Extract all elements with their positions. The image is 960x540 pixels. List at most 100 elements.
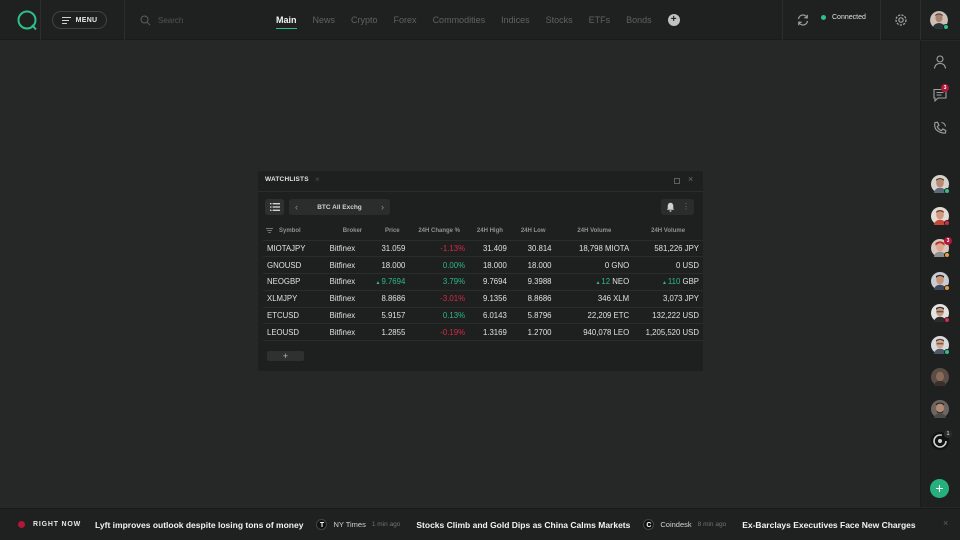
list-view-button[interactable]	[265, 199, 284, 215]
column-header-low[interactable]: 24H Low	[510, 223, 556, 241]
panel-divider	[258, 191, 703, 192]
tab-news[interactable]: News	[313, 0, 336, 40]
column-header-volume-base[interactable]: 24H Volume	[555, 223, 634, 241]
change-text: -0.19%	[440, 327, 466, 337]
contact-avatar[interactable]	[931, 272, 950, 291]
high-text: 9.1356	[482, 294, 507, 304]
contact-avatar[interactable]	[931, 304, 950, 323]
tab-main[interactable]: Main	[276, 0, 297, 40]
price-cell: 1.2855	[375, 323, 410, 342]
news-headline[interactable]: Stocks Climb and Gold Dips as China Calm…	[416, 520, 630, 530]
column-header-price[interactable]: Price	[375, 223, 410, 241]
menu-icon	[61, 16, 71, 24]
status-dot	[944, 252, 950, 258]
tab-stocks[interactable]: Stocks	[546, 0, 573, 40]
volume-value: 1,205,520	[645, 327, 681, 337]
contact-avatar[interactable]	[931, 175, 950, 194]
contact-avatar[interactable]	[931, 336, 950, 355]
alerts-button[interactable]	[661, 199, 679, 215]
high-cell: 31.409	[469, 240, 511, 258]
table-row[interactable]: NEOGBP Bitfinex ▲9.7694 3.79% 9.7694 9.3988 ▲1…	[263, 273, 703, 291]
broker-text: Bitfinex	[329, 243, 356, 253]
add-tab-button[interactable]: +	[667, 14, 680, 26]
table-row[interactable]: MIOTAJPY Bitfinex 31.059 -1.13% 31.409 30.814…	[263, 240, 703, 258]
close-icon[interactable]: ×	[943, 518, 948, 528]
watchlist-name[interactable]: BTC All Exchg	[317, 204, 362, 211]
volume-base-cell: ▲12 NEO	[555, 273, 634, 291]
live-dot	[18, 521, 25, 528]
search-input[interactable]	[158, 15, 248, 25]
avatar	[931, 400, 949, 418]
more-options-icon[interactable]: ⋮	[679, 199, 693, 215]
volume-unit: MIOTA	[605, 243, 630, 253]
phone-icon[interactable]	[932, 120, 948, 136]
news-headline[interactable]: Lyft improves outlook despite losing ton…	[95, 520, 303, 530]
table-row[interactable]: LEOUSD Bitfinex 1.2855 -0.19% 1.3169 1.2700 94…	[263, 323, 703, 342]
table-row[interactable]: ETCUSD Bitfinex 5.9157 0.13% 6.0143 5.8796 22,…	[263, 307, 703, 325]
table-row[interactable]: GNOUSD Bitfinex 18.000 0.00% 18.000 18.000 0 G…	[263, 256, 703, 275]
ticker-label: RIGHT NOW	[33, 521, 82, 528]
high-cell: 9.1356	[469, 290, 511, 308]
add-contact-button[interactable]: +	[930, 479, 949, 498]
top-bar: MENU Main News Crypto Forex Commodities …	[0, 0, 960, 40]
news-time: 8 min ago	[697, 521, 727, 528]
user-avatar[interactable]	[930, 11, 949, 30]
watchlist-rows: MIOTAJPY Bitfinex 31.059 -1.13% 31.409 30.814…	[263, 240, 703, 342]
price-text: 18.000	[381, 260, 406, 270]
tab-commodities[interactable]: Commodities	[433, 0, 486, 40]
refresh-icon[interactable]	[796, 13, 810, 27]
up-arrow-icon: ▲	[595, 280, 601, 287]
symbol-cell: MIOTAJPY	[263, 240, 330, 258]
status-dot	[944, 220, 950, 226]
maximize-icon[interactable]	[674, 178, 680, 184]
contact-avatar[interactable]: 1	[931, 430, 952, 450]
messages-button[interactable]: 3	[932, 84, 949, 103]
volume-quote-cell: 132,222 USD	[633, 307, 703, 325]
volume-unit: GBP	[682, 277, 699, 287]
symbol-cell: NEOGBP	[263, 273, 330, 291]
table-row[interactable]: XLMJPY Bitfinex 8.8686 -3.01% 9.1356 8.8686 34…	[263, 290, 703, 308]
symbol-text: MIOTAJPY	[267, 243, 306, 253]
volume-value: 940,078	[583, 327, 612, 337]
tab-forex[interactable]: Forex	[394, 0, 417, 40]
contact-avatar[interactable]	[931, 400, 949, 418]
filter-icon	[266, 228, 273, 234]
broker-cell: Bitfinex	[329, 256, 376, 275]
tab-bonds[interactable]: Bonds	[626, 0, 652, 40]
tab-crypto[interactable]: Crypto	[351, 0, 378, 40]
gear-icon[interactable]	[893, 12, 909, 28]
close-tab-icon[interactable]: ×	[315, 175, 320, 184]
menu-button[interactable]: MENU	[52, 11, 107, 29]
tab-etfs[interactable]: ETFs	[589, 0, 611, 40]
profile-icon[interactable]	[932, 54, 948, 70]
header-divider	[40, 0, 41, 40]
app-logo[interactable]	[16, 9, 38, 31]
column-header-volume-quote[interactable]: 24H Volume	[633, 223, 703, 241]
symbol-text: GNOUSD	[267, 260, 302, 270]
column-header-broker[interactable]: Broker	[329, 223, 376, 241]
volume-value: 581,226	[654, 243, 683, 253]
contact-badge: 3	[944, 237, 952, 245]
volume-unit: JPY	[684, 243, 699, 253]
column-header-change[interactable]: 24H Change %	[409, 223, 470, 241]
bell-icon	[666, 202, 674, 212]
news-headline[interactable]: Ex-Barclays Executives Face New Charges	[742, 520, 915, 530]
column-header-symbol[interactable]: Symbol	[263, 223, 330, 241]
volume-base-cell: 940,078 LEO	[555, 323, 634, 342]
chevron-right-icon[interactable]: ›	[381, 202, 384, 212]
tab-indices[interactable]: Indices	[501, 0, 530, 40]
volume-unit: JPY	[684, 294, 699, 304]
volume-value: 0	[676, 260, 681, 270]
close-icon[interactable]: ×	[688, 174, 693, 184]
change-cell: -3.01%	[409, 290, 470, 308]
contact-avatar[interactable]: 3	[931, 237, 952, 258]
low-cell: 1.2700	[510, 323, 556, 342]
low-cell: 8.8686	[510, 290, 556, 308]
chevron-left-icon[interactable]: ‹	[295, 202, 298, 212]
coindesk-icon: C	[643, 519, 655, 530]
column-header-high[interactable]: 24H High	[469, 223, 511, 241]
connection-status: Connected	[821, 14, 866, 21]
add-symbol-button[interactable]: +	[267, 351, 304, 361]
contact-avatar[interactable]	[931, 368, 949, 386]
contact-avatar[interactable]	[931, 207, 950, 226]
